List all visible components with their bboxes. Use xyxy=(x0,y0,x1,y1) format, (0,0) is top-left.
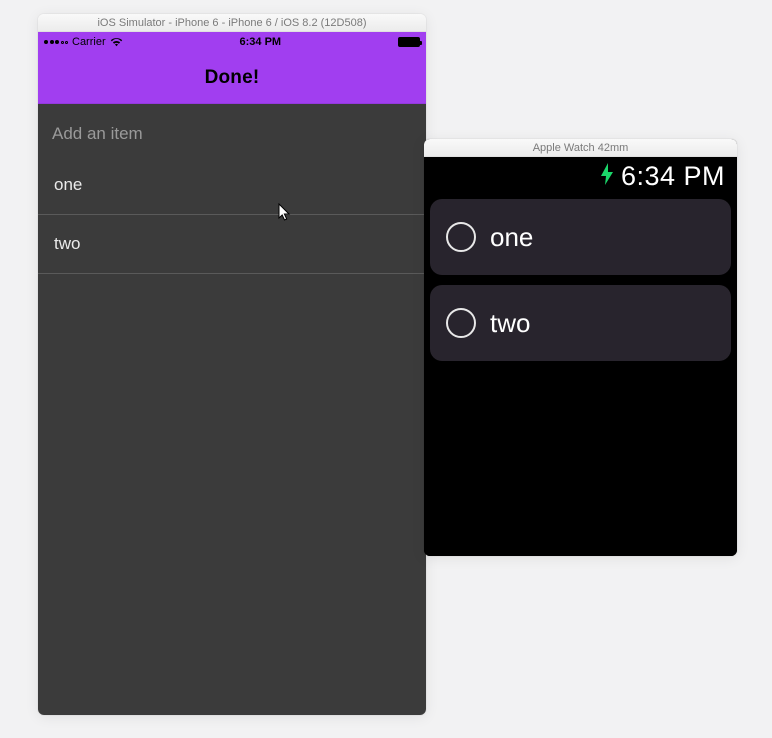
iphone-simulator-window: iOS Simulator - iPhone 6 - iPhone 6 / iO… xyxy=(38,14,426,715)
watch-list-item[interactable]: two xyxy=(430,285,731,361)
list-item-label: two xyxy=(54,234,80,253)
watch-window-title: Apple Watch 42mm xyxy=(424,139,737,157)
ios-status-right xyxy=(398,37,420,47)
watch-list-item[interactable]: one xyxy=(430,199,731,275)
battery-icon xyxy=(398,37,420,47)
iphone-window-title: iOS Simulator - iPhone 6 - iPhone 6 / iO… xyxy=(38,14,426,32)
ios-status-bar: Carrier 6:34 PM xyxy=(38,32,426,52)
unchecked-circle-icon xyxy=(446,222,476,252)
ios-status-time: 6:34 PM xyxy=(240,36,282,48)
nav-title: Done! xyxy=(205,67,260,89)
add-item-row xyxy=(38,104,426,156)
add-item-input[interactable] xyxy=(52,124,412,144)
wifi-icon xyxy=(110,38,123,47)
charging-bolt-icon xyxy=(599,162,615,191)
signal-dots-icon xyxy=(44,40,68,44)
list-item[interactable]: one xyxy=(38,156,426,215)
watch-screen: 6:34 PM one two xyxy=(424,157,737,556)
unchecked-circle-icon xyxy=(446,308,476,338)
carrier-label: Carrier xyxy=(72,36,106,48)
iphone-item-list: one two xyxy=(38,156,426,274)
watch-simulator-window: Apple Watch 42mm 6:34 PM one two xyxy=(424,139,737,556)
list-item-label: one xyxy=(54,175,82,194)
ios-nav-bar: Done! xyxy=(38,52,426,104)
list-item[interactable]: two xyxy=(38,215,426,274)
watch-status-time: 6:34 PM xyxy=(621,161,725,192)
watch-status-bar: 6:34 PM xyxy=(430,157,731,195)
watch-list-item-label: one xyxy=(490,222,533,253)
ios-status-left: Carrier xyxy=(44,36,123,48)
iphone-screen: Carrier 6:34 PM Done! one two xyxy=(38,32,426,715)
watch-item-list: one two xyxy=(430,199,731,361)
watch-list-item-label: two xyxy=(490,308,530,339)
